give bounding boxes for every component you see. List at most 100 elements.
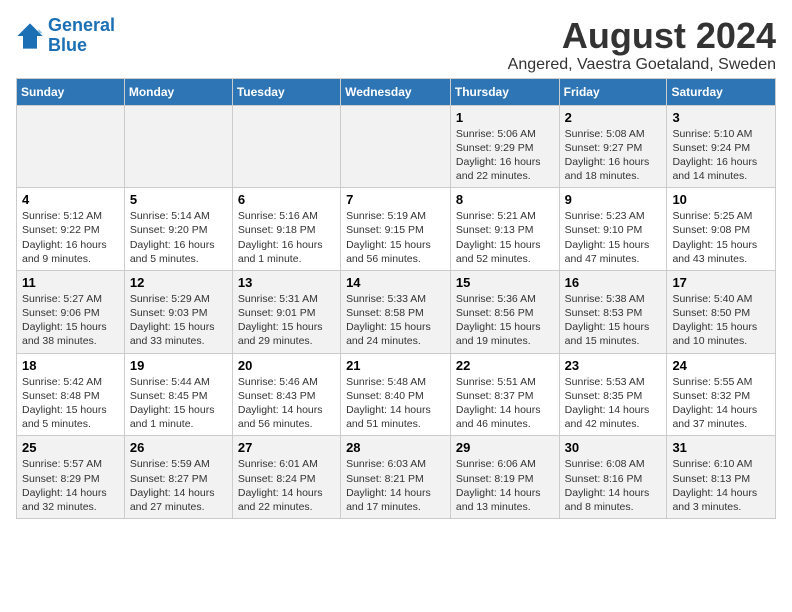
day-number: 18: [22, 358, 119, 373]
title-block: August 2024 Angered, Vaestra Goetaland, …: [508, 16, 776, 74]
day-cell: 11Sunrise: 5:27 AM Sunset: 9:06 PM Dayli…: [17, 270, 125, 353]
day-cell: [17, 105, 125, 188]
week-row-1: 1Sunrise: 5:06 AM Sunset: 9:29 PM Daylig…: [17, 105, 776, 188]
day-cell: 1Sunrise: 5:06 AM Sunset: 9:29 PM Daylig…: [450, 105, 559, 188]
day-cell: 17 Sunrise: 5:40 AM Sunset: 8:50 PM Dayli…: [667, 270, 776, 353]
day-number: 17: [672, 275, 770, 290]
week-row-3: 11Sunrise: 5:27 AM Sunset: 9:06 PM Dayli…: [17, 270, 776, 353]
day-number: 8: [456, 192, 554, 207]
day-info: Sunrise: 5:36 AM Sunset: 8:56 PM Dayligh…: [456, 292, 554, 349]
day-info: Sunrise: 5:12 AM Sunset: 9:22 PM Dayligh…: [22, 209, 119, 266]
logo: General Blue: [16, 16, 115, 56]
logo-icon: [16, 22, 44, 50]
day-cell: 10Sunrise: 5:25 AM Sunset: 9:08 PM Dayli…: [667, 188, 776, 271]
col-header-tuesday: Tuesday: [232, 78, 340, 105]
day-info: Sunrise: 5:29 AM Sunset: 9:03 PM Dayligh…: [130, 292, 227, 349]
day-number: 5: [130, 192, 227, 207]
week-row-5: 25Sunrise: 5:57 AM Sunset: 8:29 PM Dayli…: [17, 436, 776, 519]
day-cell: 20 Sunrise: 5:46 AM Sunset: 8:43 PM Dayli…: [232, 353, 340, 436]
day-info: Sunrise: 5:51 AM Sunset: 8:37 PM Dayligh…: [456, 375, 554, 432]
day-number: 26: [130, 440, 227, 455]
day-info: Sunrise: 6:01 AM Sunset: 8:24 PM Dayligh…: [238, 457, 335, 514]
day-cell: 18 Sunrise: 5:42 AM Sunset: 8:48 PM Dayli…: [17, 353, 125, 436]
day-info: Sunrise: 5:23 AM Sunset: 9:10 PM Dayligh…: [565, 209, 662, 266]
day-number: 1: [456, 110, 554, 125]
logo-text: General Blue: [48, 16, 115, 56]
day-info: Sunrise: 5:42 AM Sunset: 8:48 PM Dayligh…: [22, 375, 119, 432]
day-info: Sunrise: 5:40 AM Sunset: 8:50 PM Dayligh…: [672, 292, 770, 349]
day-info: Sunrise: 5:08 AM Sunset: 9:27 PM Dayligh…: [565, 127, 662, 184]
day-cell: 28Sunrise: 6:03 AM Sunset: 8:21 PM Dayli…: [341, 436, 451, 519]
day-info: Sunrise: 5:44 AM Sunset: 8:45 PM Dayligh…: [130, 375, 227, 432]
day-cell: 29 Sunrise: 6:06 AM Sunset: 8:19 PM Dayli…: [450, 436, 559, 519]
day-cell: [232, 105, 340, 188]
col-header-sunday: Sunday: [17, 78, 125, 105]
week-row-2: 4 Sunrise: 5:12 AM Sunset: 9:22 PM Daylig…: [17, 188, 776, 271]
day-number: 7: [346, 192, 445, 207]
day-number: 20: [238, 358, 335, 373]
day-cell: 19 Sunrise: 5:44 AM Sunset: 8:45 PM Dayli…: [124, 353, 232, 436]
day-cell: 3 Sunrise: 5:10 AM Sunset: 9:24 PM Daylig…: [667, 105, 776, 188]
day-cell: 16 Sunrise: 5:38 AM Sunset: 8:53 PM Dayli…: [559, 270, 667, 353]
col-header-wednesday: Wednesday: [341, 78, 451, 105]
day-info: Sunrise: 5:10 AM Sunset: 9:24 PM Dayligh…: [672, 127, 770, 184]
week-row-4: 18 Sunrise: 5:42 AM Sunset: 8:48 PM Dayli…: [17, 353, 776, 436]
day-info: Sunrise: 5:48 AM Sunset: 8:40 PM Dayligh…: [346, 375, 445, 432]
col-header-monday: Monday: [124, 78, 232, 105]
day-number: 23: [565, 358, 662, 373]
day-info: Sunrise: 5:38 AM Sunset: 8:53 PM Dayligh…: [565, 292, 662, 349]
col-header-saturday: Saturday: [667, 78, 776, 105]
page-header: General Blue August 2024 Angered, Vaestr…: [16, 16, 776, 74]
day-cell: 6 Sunrise: 5:16 AM Sunset: 9:18 PM Daylig…: [232, 188, 340, 271]
day-number: 22: [456, 358, 554, 373]
day-info: Sunrise: 5:27 AM Sunset: 9:06 PM Dayligh…: [22, 292, 119, 349]
day-number: 4: [22, 192, 119, 207]
day-number: 19: [130, 358, 227, 373]
day-number: 27: [238, 440, 335, 455]
day-number: 6: [238, 192, 335, 207]
day-number: 14: [346, 275, 445, 290]
day-number: 9: [565, 192, 662, 207]
day-cell: 7Sunrise: 5:19 AM Sunset: 9:15 PM Daylig…: [341, 188, 451, 271]
col-header-friday: Friday: [559, 78, 667, 105]
day-info: Sunrise: 6:08 AM Sunset: 8:16 PM Dayligh…: [565, 457, 662, 514]
col-header-thursday: Thursday: [450, 78, 559, 105]
day-info: Sunrise: 6:10 AM Sunset: 8:13 PM Dayligh…: [672, 457, 770, 514]
day-cell: 13Sunrise: 5:31 AM Sunset: 9:01 PM Dayli…: [232, 270, 340, 353]
day-cell: 4 Sunrise: 5:12 AM Sunset: 9:22 PM Daylig…: [17, 188, 125, 271]
day-info: Sunrise: 5:14 AM Sunset: 9:20 PM Dayligh…: [130, 209, 227, 266]
day-cell: 15Sunrise: 5:36 AM Sunset: 8:56 PM Dayli…: [450, 270, 559, 353]
day-cell: 25Sunrise: 5:57 AM Sunset: 8:29 PM Dayli…: [17, 436, 125, 519]
subtitle: Angered, Vaestra Goetaland, Sweden: [508, 56, 776, 74]
day-cell: 24 Sunrise: 5:55 AM Sunset: 8:32 PM Dayli…: [667, 353, 776, 436]
main-title: August 2024: [508, 16, 776, 56]
day-info: Sunrise: 5:46 AM Sunset: 8:43 PM Dayligh…: [238, 375, 335, 432]
day-info: Sunrise: 5:59 AM Sunset: 8:27 PM Dayligh…: [130, 457, 227, 514]
day-cell: 23 Sunrise: 5:53 AM Sunset: 8:35 PM Dayli…: [559, 353, 667, 436]
day-info: Sunrise: 5:16 AM Sunset: 9:18 PM Dayligh…: [238, 209, 335, 266]
day-info: Sunrise: 5:55 AM Sunset: 8:32 PM Dayligh…: [672, 375, 770, 432]
day-number: 3: [672, 110, 770, 125]
day-number: 25: [22, 440, 119, 455]
day-cell: 26 Sunrise: 5:59 AM Sunset: 8:27 PM Dayli…: [124, 436, 232, 519]
day-cell: 30 Sunrise: 6:08 AM Sunset: 8:16 PM Dayli…: [559, 436, 667, 519]
day-cell: [124, 105, 232, 188]
day-number: 16: [565, 275, 662, 290]
day-number: 24: [672, 358, 770, 373]
calendar-header-row: SundayMondayTuesdayWednesdayThursdayFrid…: [17, 78, 776, 105]
day-cell: 31Sunrise: 6:10 AM Sunset: 8:13 PM Dayli…: [667, 436, 776, 519]
day-info: Sunrise: 6:03 AM Sunset: 8:21 PM Dayligh…: [346, 457, 445, 514]
day-info: Sunrise: 5:33 AM Sunset: 8:58 PM Dayligh…: [346, 292, 445, 349]
day-cell: 9 Sunrise: 5:23 AM Sunset: 9:10 PM Daylig…: [559, 188, 667, 271]
day-number: 29: [456, 440, 554, 455]
day-cell: 21 Sunrise: 5:48 AM Sunset: 8:40 PM Dayli…: [341, 353, 451, 436]
day-cell: 22 Sunrise: 5:51 AM Sunset: 8:37 PM Dayli…: [450, 353, 559, 436]
day-cell: 2Sunrise: 5:08 AM Sunset: 9:27 PM Daylig…: [559, 105, 667, 188]
day-cell: 8Sunrise: 5:21 AM Sunset: 9:13 PM Daylig…: [450, 188, 559, 271]
day-cell: [341, 105, 451, 188]
day-number: 21: [346, 358, 445, 373]
day-info: Sunrise: 6:06 AM Sunset: 8:19 PM Dayligh…: [456, 457, 554, 514]
day-info: Sunrise: 5:53 AM Sunset: 8:35 PM Dayligh…: [565, 375, 662, 432]
day-number: 30: [565, 440, 662, 455]
day-info: Sunrise: 5:31 AM Sunset: 9:01 PM Dayligh…: [238, 292, 335, 349]
